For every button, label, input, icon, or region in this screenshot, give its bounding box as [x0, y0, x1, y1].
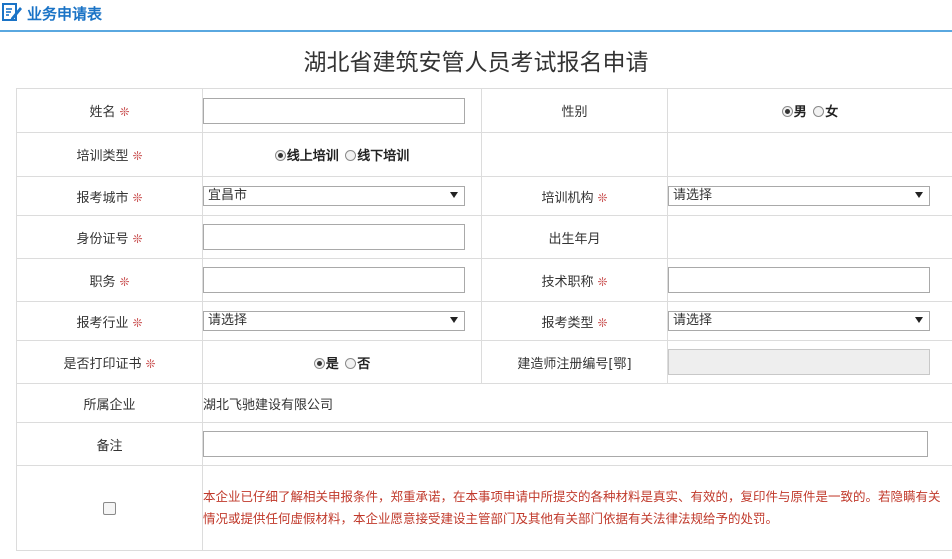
radio-selected-icon[interactable]	[274, 150, 286, 161]
print-cert-label: 是否打印证书 ❊	[16, 340, 203, 384]
exam-type-label: 报考类型 ❊	[481, 301, 668, 341]
declaration-checkbox[interactable]	[103, 501, 116, 515]
declaration-text: 本企业已仔细了解相关申报条件，郑重承诺，在本事项申请中所提交的各种材料是真实、有…	[202, 465, 952, 551]
radio-selected-icon[interactable]	[781, 106, 793, 117]
builder-reg-no-label: 建造师注册编号[鄂]	[481, 340, 668, 384]
dropdown-arrow-icon	[450, 192, 458, 198]
form-row: 身份证号 ❊ 出生年月	[16, 215, 952, 259]
position-label: 职务 ❊	[16, 258, 203, 302]
form-row: 职务 ❊ 技术职称 ❊	[16, 258, 952, 302]
form-row: 报考城市 ❊ 宜昌市 培训机构 ❊ 请选择	[16, 176, 952, 216]
id-number-input[interactable]	[203, 224, 465, 250]
industry-select[interactable]: 请选择	[203, 311, 465, 331]
radio-icon[interactable]	[813, 106, 825, 117]
print-cert-option-no[interactable]: 否	[345, 353, 370, 372]
name-input[interactable]	[203, 97, 465, 124]
form-row: 报考行业 ❊ 请选择 报考类型 ❊ 请选择	[16, 301, 952, 341]
print-cert-radio-group: 是 否	[202, 340, 482, 384]
exam-city-label: 报考城市 ❊	[16, 176, 203, 216]
edit-form-icon	[2, 3, 22, 21]
dropdown-arrow-icon	[915, 192, 923, 198]
gender-option-female[interactable]: 女	[813, 101, 838, 120]
dropdown-arrow-icon	[915, 317, 923, 323]
birth-value	[667, 215, 952, 259]
required-mark: ❊	[597, 190, 608, 205]
radio-icon[interactable]	[345, 357, 357, 369]
form-title: 湖北省建筑安管人员考试报名申请	[303, 50, 649, 76]
required-mark: ❊	[132, 231, 143, 246]
exam-type-select[interactable]: 请选择	[668, 311, 930, 331]
training-option-offline[interactable]: 线下培训	[345, 145, 409, 164]
gender-label: 性别	[481, 88, 668, 133]
dropdown-arrow-icon	[450, 317, 458, 323]
radio-selected-icon[interactable]	[313, 357, 325, 369]
required-mark: ❊	[132, 315, 143, 330]
training-type-label: 培训类型 ❊	[16, 132, 203, 177]
id-number-label: 身份证号 ❊	[16, 215, 203, 259]
exam-city-select[interactable]: 宜昌市	[203, 186, 465, 206]
company-value: 湖北飞驰建设有限公司	[202, 383, 952, 423]
form-row: 是否打印证书 ❊ 是 否 建造师注册编号[鄂]	[16, 340, 952, 384]
required-mark: ❊	[132, 149, 143, 163]
print-cert-option-yes[interactable]: 是	[313, 353, 339, 372]
company-label: 所属企业	[16, 383, 203, 423]
training-org-label: 培训机构 ❊	[481, 176, 668, 216]
remark-input[interactable]	[203, 431, 928, 457]
training-org-select[interactable]: 请选择	[668, 186, 930, 206]
form-row: 培训类型 ❊ 线上培训 线下培训	[16, 132, 952, 177]
training-type-radio-group: 线上培训 线下培训	[202, 132, 482, 177]
form-row: 本企业已仔细了解相关申报条件，郑重承诺，在本事项申请中所提交的各种材料是真实、有…	[16, 465, 952, 551]
radio-icon[interactable]	[345, 150, 357, 161]
industry-label: 报考行业 ❊	[16, 301, 203, 341]
application-form: 姓名 ❊ 性别 男 女 培训类型 ❊ 线上培训 线下培训 报考城市 ❊ 宜昌市 培训机…	[16, 88, 952, 551]
section-header: 业务申请表	[0, 0, 952, 32]
required-mark: ❊	[132, 190, 143, 205]
required-mark: ❊	[597, 274, 608, 289]
training-option-online[interactable]: 线上培训	[274, 145, 339, 164]
builder-reg-no-input	[668, 349, 930, 375]
position-input[interactable]	[203, 267, 465, 293]
section-title: 业务申请表	[27, 5, 103, 23]
tech-title-input[interactable]	[668, 267, 930, 293]
required-mark: ❊	[145, 356, 156, 371]
gender-option-male[interactable]: 男	[781, 101, 807, 120]
empty-cell	[667, 132, 952, 177]
form-row: 姓名 ❊ 性别 男 女	[16, 88, 952, 133]
empty-cell	[481, 132, 668, 177]
tech-title-label: 技术职称 ❊	[481, 258, 668, 302]
form-row: 所属企业 湖北飞驰建设有限公司	[16, 383, 952, 423]
form-row: 备注	[16, 422, 952, 466]
birth-label: 出生年月	[481, 215, 668, 259]
remark-label: 备注	[16, 422, 203, 466]
required-mark: ❊	[119, 274, 130, 289]
required-mark: ❊	[119, 105, 130, 119]
declaration-checkbox-cell	[16, 465, 203, 551]
required-mark: ❊	[597, 315, 608, 330]
gender-radio-group: 男 女	[667, 88, 952, 133]
name-label: 姓名 ❊	[16, 88, 203, 133]
